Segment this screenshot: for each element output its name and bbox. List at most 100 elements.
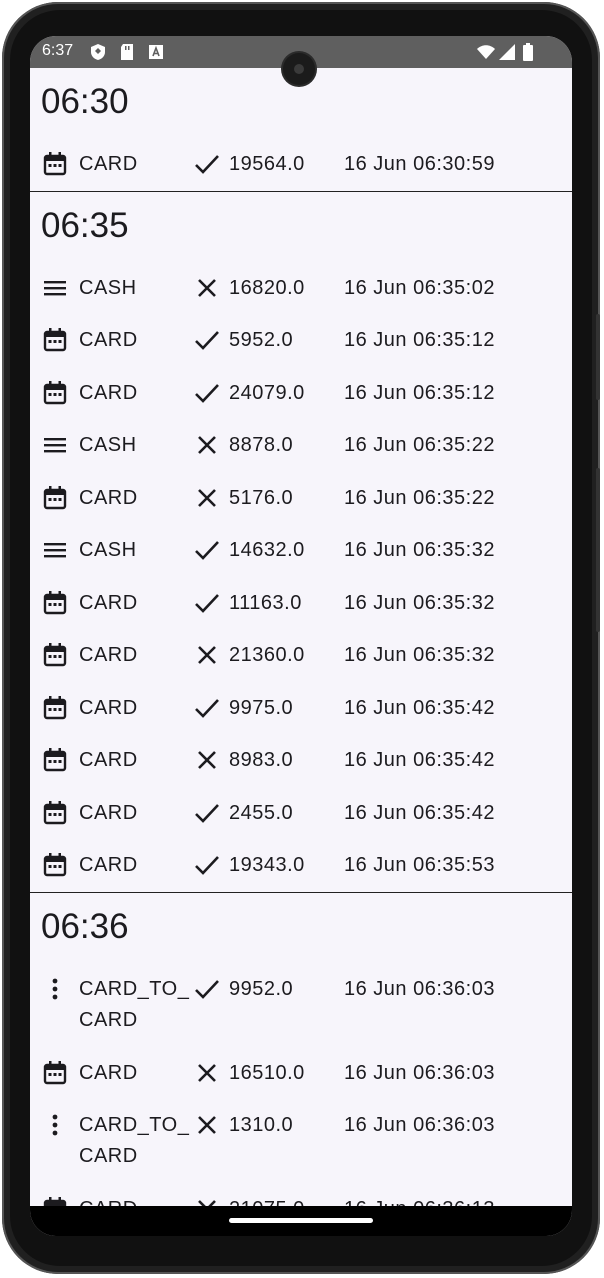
amount: 21075.0: [229, 1194, 305, 1206]
amount: 5176.0: [229, 486, 294, 509]
power-button: [596, 314, 600, 400]
timestamp: 16 Jun 06:35:22: [344, 434, 495, 456]
signal-icon: [499, 44, 515, 60]
amount: 9975.0: [229, 696, 294, 719]
close-icon: [193, 1195, 221, 1206]
payment-type: CARD_TO_CARD: [79, 977, 190, 1031]
calendar-icon: [41, 150, 69, 178]
transaction-row[interactable]: CARD 16510.0 16 Jun 06:36:03: [30, 1047, 572, 1100]
amount: 16510.0: [229, 1061, 305, 1084]
transaction-row[interactable]: CARD 19564.0 16 Jun 06:30:59: [30, 138, 572, 191]
transaction-row[interactable]: CARD 2455.0 16 Jun 06:35:42: [30, 787, 572, 840]
shield-icon: [91, 44, 105, 60]
timestamp: 16 Jun 06:36:03: [344, 977, 495, 1000]
timestamp: 16 Jun 06:36:03: [344, 1114, 495, 1136]
check-icon: [193, 851, 221, 879]
menu-icon: [41, 431, 69, 459]
transaction-list[interactable]: 06:30 CARD 19564.0 16 Jun 06:30:59 06:35 CASH…: [30, 68, 572, 1206]
payment-type: CARD: [79, 381, 138, 404]
transaction-row[interactable]: CARD 5952.0 16 Jun 06:35:12: [30, 314, 572, 367]
volume-button: [596, 468, 600, 632]
transaction-group: 06:30 CARD 19564.0 16 Jun 06:30:59: [30, 68, 572, 192]
payment-type: CARD_TO_CARD: [79, 1114, 190, 1167]
more-vert-icon: [41, 975, 69, 1003]
calendar-icon: [41, 694, 69, 722]
payment-type: CARD: [79, 1194, 191, 1206]
amount: 14632.0: [229, 539, 305, 561]
calendar-icon: [41, 746, 69, 774]
amount: 8878.0: [229, 434, 294, 456]
amount: 8983.0: [229, 749, 294, 771]
transaction-row[interactable]: CASH 8878.0 16 Jun 06:35:22: [30, 419, 572, 472]
check-icon: [193, 975, 221, 1003]
payment-type: CASH: [79, 539, 137, 561]
check-icon: [193, 536, 221, 564]
close-icon: [193, 1059, 221, 1087]
group-time-header: 06:35: [41, 205, 129, 245]
check-icon: [193, 150, 221, 178]
timestamp: 16 Jun 06:36:13: [344, 1194, 495, 1206]
amount: 19343.0: [229, 854, 305, 876]
amount: 9952.0: [229, 977, 294, 1000]
transaction-row[interactable]: CARD_TO_CARD 1310.0 16 Jun 06:36:03: [30, 1099, 572, 1183]
payment-type: CARD: [79, 696, 138, 719]
close-icon: [193, 431, 221, 459]
timestamp: 16 Jun 06:35:42: [344, 749, 495, 771]
amount: 1310.0: [229, 1114, 294, 1136]
calendar-icon: [41, 641, 69, 669]
calendar-icon: [41, 851, 69, 879]
transaction-row[interactable]: CARD 21075.0 16 Jun 06:36:13: [30, 1183, 572, 1206]
close-icon: [193, 1111, 221, 1139]
battery-icon: [523, 43, 533, 61]
payment-type: CARD: [79, 153, 138, 175]
check-icon: [193, 326, 221, 354]
payment-type: CARD: [79, 749, 138, 771]
transaction-row[interactable]: CARD 19343.0 16 Jun 06:35:53: [30, 839, 572, 892]
transaction-row[interactable]: CARD 9975.0 16 Jun 06:35:42: [30, 682, 572, 735]
amount: 16820.0: [229, 276, 305, 299]
transaction-row[interactable]: CASH 16820.0 16 Jun 06:35:02: [30, 262, 572, 315]
amount: 11163.0: [229, 591, 302, 614]
check-icon: [193, 379, 221, 407]
timestamp: 16 Jun 06:35:12: [344, 329, 495, 351]
timestamp: 16 Jun 06:35:32: [344, 539, 495, 561]
timestamp: 16 Jun 06:35:02: [344, 276, 495, 299]
payment-type: CARD: [79, 854, 138, 876]
screen: 6:37 06:30 CARD 19564.0 16 Jun 06:30:59 06:3…: [30, 36, 572, 1236]
group-time-header: 06:36: [41, 906, 129, 946]
transaction-row[interactable]: CARD_TO_CARD 9952.0 16 Jun 06:36:03: [30, 963, 572, 1047]
calendar-icon: [41, 799, 69, 827]
payment-type: CARD: [79, 329, 138, 351]
check-icon: [193, 694, 221, 722]
amount: 19564.0: [229, 153, 305, 175]
more-vert-icon: [41, 1111, 69, 1139]
close-icon: [193, 274, 221, 302]
payment-type: CARD: [79, 644, 138, 666]
timestamp: 16 Jun 06:35:42: [344, 696, 495, 719]
close-icon: [193, 641, 221, 669]
home-gesture-handle[interactable]: [229, 1218, 373, 1223]
close-icon: [193, 484, 221, 512]
timestamp: 16 Jun 06:35:22: [344, 486, 495, 509]
transaction-row[interactable]: CASH 14632.0 16 Jun 06:35:32: [30, 524, 572, 577]
payment-type: CARD: [79, 801, 138, 824]
menu-icon: [41, 274, 69, 302]
timestamp: 16 Jun 06:36:03: [344, 1061, 495, 1084]
transaction-group: 06:35 CASH 16820.0 16 Jun 06:35:02 CARD 5952.…: [30, 192, 572, 893]
transaction-row[interactable]: CARD 11163.0 16 Jun 06:35:32: [30, 577, 572, 630]
calendar-icon: [41, 379, 69, 407]
timestamp: 16 Jun 06:35:32: [344, 644, 495, 666]
timestamp: 16 Jun 06:35:42: [344, 801, 495, 824]
transaction-row[interactable]: CARD 24079.0 16 Jun 06:35:12: [30, 367, 572, 420]
amount: 24079.0: [229, 381, 305, 404]
transaction-row[interactable]: CARD 21360.0 16 Jun 06:35:32: [30, 629, 572, 682]
check-icon: [193, 799, 221, 827]
timestamp: 16 Jun 06:35:53: [344, 854, 495, 876]
calendar-icon: [41, 484, 69, 512]
sd-card-icon: [121, 44, 133, 60]
wifi-icon: [477, 45, 495, 59]
font-a-icon: [149, 45, 163, 59]
transaction-row[interactable]: CARD 8983.0 16 Jun 06:35:42: [30, 734, 572, 787]
transaction-row[interactable]: CARD 5176.0 16 Jun 06:35:22: [30, 472, 572, 525]
timestamp: 16 Jun 06:30:59: [344, 153, 495, 175]
